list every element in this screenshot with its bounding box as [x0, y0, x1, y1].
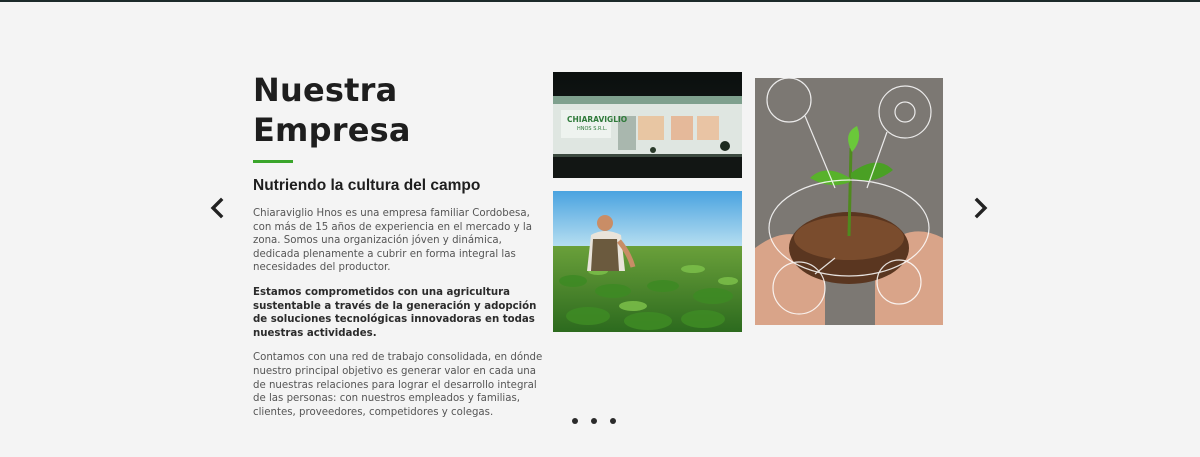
- building-photo: CHIARAVIGLIO HNOS S.R.L.: [553, 72, 742, 178]
- paragraph-network: Contamos con una red de trabajo consolid…: [253, 352, 543, 418]
- top-border: [0, 0, 1200, 2]
- chevron-left-icon: [210, 197, 224, 219]
- paragraph-intro: Chiaraviglio Hnos es una empresa familia…: [253, 208, 532, 274]
- title-underline: [253, 160, 293, 163]
- carousel-dot-1[interactable]: [572, 418, 578, 424]
- section-subtitle: Nutriendo la cultura del campo: [253, 177, 481, 194]
- company-text-block: Nuestra Empresa Nutriendo la cultura del…: [253, 70, 543, 419]
- carousel-next-button[interactable]: [969, 197, 991, 219]
- building-sign-text-2: HNOS S.R.L.: [577, 126, 608, 132]
- carousel-dot-2[interactable]: [591, 418, 597, 424]
- section-title: Nuestra Empresa: [253, 71, 411, 149]
- chevron-right-icon: [974, 197, 988, 219]
- carousel-pagination: [572, 416, 616, 426]
- carousel-dot-3[interactable]: [610, 418, 616, 424]
- farmer-field-photo: [553, 191, 742, 332]
- building-sign-text-1: CHIARAVIGLIO: [567, 115, 627, 124]
- sprout-hands-photo: [755, 78, 943, 325]
- carousel-prev-button[interactable]: [207, 197, 229, 219]
- paragraph-commitment: Estamos comprometidos con una agricultur…: [253, 286, 537, 339]
